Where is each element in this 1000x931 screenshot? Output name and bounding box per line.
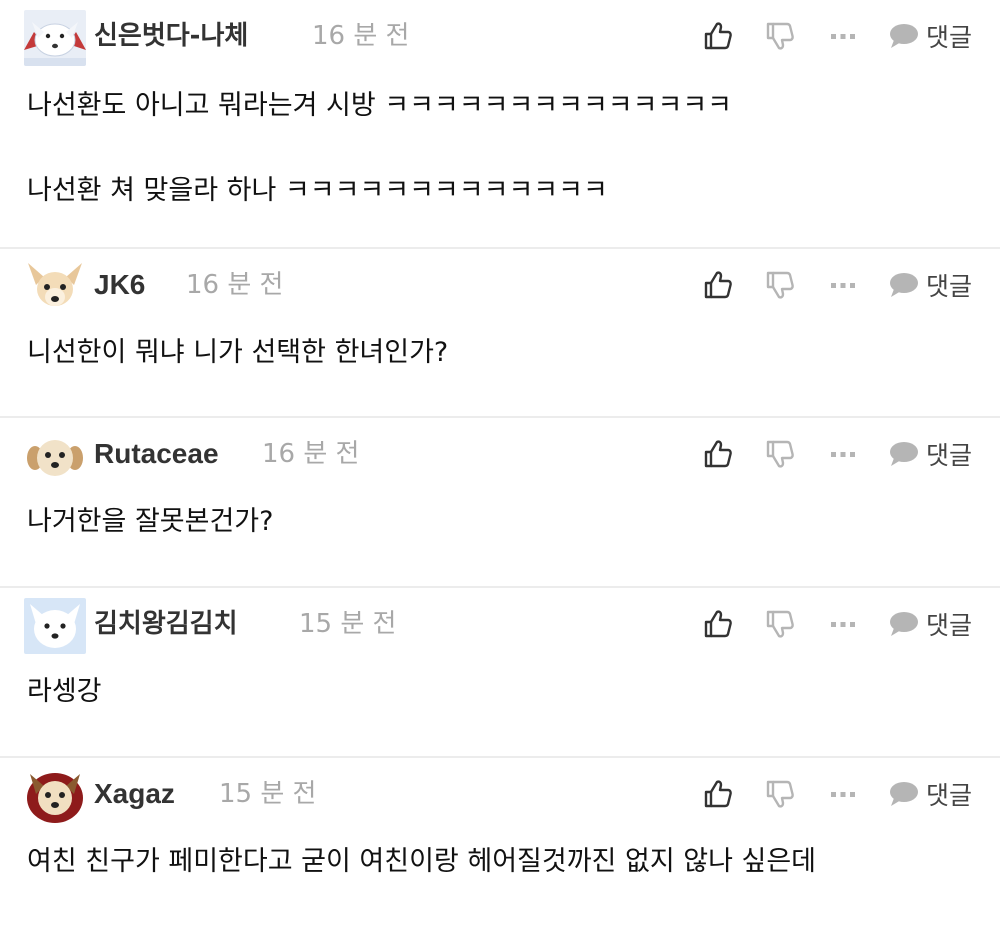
thumbs-up-icon (704, 22, 732, 50)
comment-timestamp: 15 분 전 (299, 609, 397, 639)
reply-label: 댓글 (926, 611, 973, 640)
speech-bubble-icon (890, 273, 918, 297)
comment-actions: 댓글 (700, 602, 990, 646)
speech-bubble-icon (890, 442, 918, 466)
more-dots-icon (831, 452, 855, 457)
comment-author[interactable]: Rutaceae (94, 434, 219, 474)
comment-timestamp: 15 분 전 (219, 779, 317, 809)
like-button[interactable] (704, 14, 732, 58)
speech-bubble-icon (890, 782, 918, 806)
reply-button[interactable]: 댓글 (888, 772, 972, 816)
dislike-button[interactable] (766, 432, 794, 476)
comment-body: 여친 친구가 페미한다고 굳이 여친이랑 헤어질것까진 없지 않나 싶은데 (27, 840, 980, 884)
speech-bubble-icon (890, 24, 918, 48)
thumbs-down-icon (766, 780, 794, 808)
dislike-button[interactable] (766, 263, 794, 307)
reply-label: 댓글 (926, 781, 973, 810)
comment-author[interactable]: 김치왕김김치 (94, 604, 238, 644)
comment-body: 라셍강 (27, 670, 980, 714)
dog-avatar-icon (24, 428, 86, 484)
reply-label: 댓글 (926, 272, 973, 301)
comment-text-line: 여친 친구가 페미한다고 굳이 여친이랑 헤어질것까진 없지 않나 싶은데 (27, 846, 817, 877)
thumbs-down-icon (766, 271, 794, 299)
comment-item: Rutaceae 16 분 전 댓글 나거한을 잘못본건가? (0, 418, 1000, 588)
like-button[interactable] (704, 432, 732, 476)
more-options-button[interactable] (830, 14, 856, 58)
more-dots-icon (831, 34, 855, 39)
comment-timestamp: 16 분 전 (186, 270, 284, 300)
thumbs-up-icon (704, 610, 732, 638)
comment-item: 신은벗다-나체 16 분 전 댓글 나선환도 아니고 뭐라는겨 시방 ㅋㅋㅋㅋㅋ… (0, 0, 1000, 249)
comment-item: JK6 16 분 전 댓글 니선한이 뭐냐 니가 선택한 한녀인가? (0, 249, 1000, 418)
reply-button[interactable]: 댓글 (888, 263, 972, 307)
more-options-button[interactable] (830, 263, 856, 307)
more-options-button[interactable] (830, 432, 856, 476)
avatar[interactable] (24, 768, 86, 824)
reply-label: 댓글 (926, 23, 973, 52)
thumbs-down-icon (766, 610, 794, 638)
avatar[interactable] (24, 259, 86, 315)
comment-author[interactable]: Xagaz (94, 774, 175, 814)
comment-timestamp: 16 분 전 (262, 439, 360, 469)
like-button[interactable] (704, 602, 732, 646)
dog-avatar-icon (24, 10, 86, 66)
like-button[interactable] (704, 263, 732, 307)
dog-avatar-icon (24, 768, 86, 824)
dog-avatar-icon (24, 259, 86, 315)
thumbs-up-icon (704, 780, 732, 808)
dislike-button[interactable] (766, 14, 794, 58)
comment-body: 나거한을 잘못본건가? (27, 500, 980, 544)
comment-text-line: 나거한을 잘못본건가? (27, 506, 274, 537)
like-button[interactable] (704, 772, 732, 816)
comment-item: Xagaz 15 분 전 댓글 여친 친구가 페미한다고 굳이 여친이랑 헤어질… (0, 758, 1000, 931)
thumbs-up-icon (704, 440, 732, 468)
comment-actions: 댓글 (700, 263, 990, 307)
avatar[interactable] (24, 10, 86, 66)
speech-bubble-icon (890, 612, 918, 636)
more-dots-icon (831, 622, 855, 627)
comment-author[interactable]: JK6 (94, 265, 145, 305)
more-dots-icon (831, 792, 855, 797)
thumbs-down-icon (766, 440, 794, 468)
comment-actions: 댓글 (700, 432, 990, 476)
comment-item: 김치왕김김치 15 분 전 댓글 라셍강 (0, 588, 1000, 758)
dislike-button[interactable] (766, 602, 794, 646)
comment-author[interactable]: 신은벗다-나체 (94, 16, 248, 56)
comment-timestamp: 16 분 전 (312, 21, 410, 51)
comment-text-line: 나선환도 아니고 뭐라는겨 시방 ㅋㅋㅋㅋㅋㅋㅋㅋㅋㅋㅋㅋㅋㅋ (27, 90, 733, 121)
more-dots-icon (831, 283, 855, 288)
more-options-button[interactable] (830, 772, 856, 816)
dog-avatar-icon (24, 598, 86, 654)
reply-label: 댓글 (926, 441, 973, 470)
avatar[interactable] (24, 428, 86, 484)
reply-button[interactable]: 댓글 (888, 602, 972, 646)
comment-actions: 댓글 (700, 772, 990, 816)
reply-button[interactable]: 댓글 (888, 432, 972, 476)
more-options-button[interactable] (830, 602, 856, 646)
comment-body: 니선한이 뭐냐 니가 선택한 한녀인가? (27, 331, 980, 375)
comment-list: 신은벗다-나체 16 분 전 댓글 나선환도 아니고 뭐라는겨 시방 ㅋㅋㅋㅋㅋ… (0, 0, 1000, 931)
dislike-button[interactable] (766, 772, 794, 816)
comment-text-line: 니선한이 뭐냐 니가 선택한 한녀인가? (27, 337, 449, 368)
reply-button[interactable]: 댓글 (888, 14, 972, 58)
avatar[interactable] (24, 598, 86, 654)
thumbs-down-icon (766, 22, 794, 50)
comment-body: 나선환도 아니고 뭐라는겨 시방 ㅋㅋㅋㅋㅋㅋㅋㅋㅋㅋㅋㅋㅋㅋ 나선환 쳐 맞을… (27, 84, 980, 213)
comment-text-line: 라셍강 (27, 676, 102, 707)
thumbs-up-icon (704, 271, 732, 299)
comment-text-line: 나선환 쳐 맞을라 하나 ㅋㅋㅋㅋㅋㅋㅋㅋㅋㅋㅋㅋㅋ (27, 175, 608, 206)
comment-actions: 댓글 (700, 14, 990, 58)
